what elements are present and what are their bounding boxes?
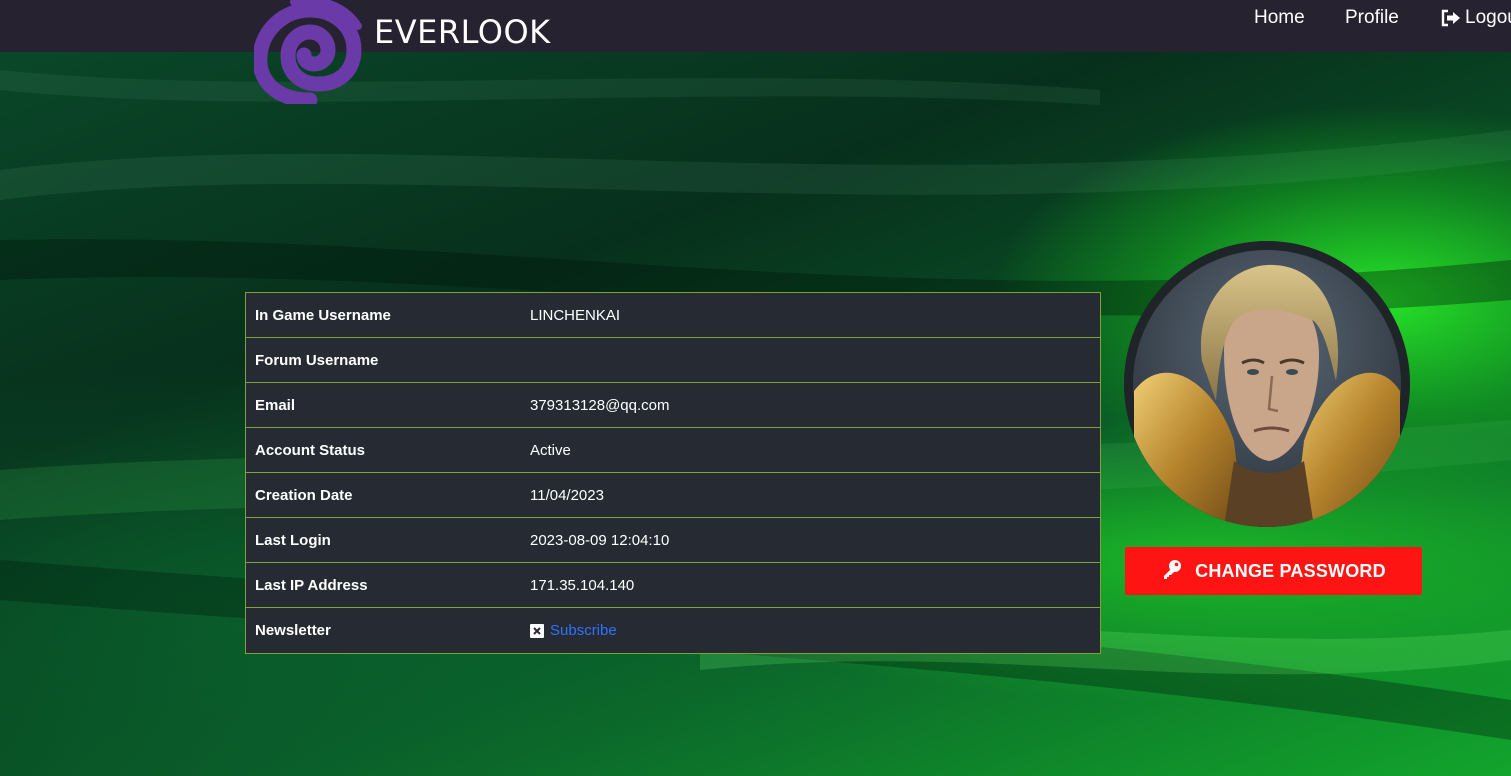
avatar — [1124, 241, 1410, 527]
change-password-button[interactable]: CHANGE PASSWORD — [1125, 547, 1422, 595]
sign-out-icon — [1440, 9, 1461, 27]
subscribe-link[interactable]: Subscribe — [550, 622, 617, 639]
table-row: Newsletter Subscribe — [246, 608, 1100, 653]
row-label: Last Login — [255, 531, 331, 549]
table-row: Forum Username — [246, 338, 1100, 383]
character-portrait — [1124, 241, 1410, 527]
newsletter-value: Subscribe — [530, 622, 617, 639]
table-row: Creation Date 11/04/2023 — [246, 473, 1100, 518]
table-row: Last IP Address 171.35.104.140 — [246, 563, 1100, 608]
last-login-value: 2023-08-09 12:04:10 — [530, 531, 670, 549]
row-label: Last IP Address — [255, 576, 368, 594]
key-icon — [1161, 558, 1183, 585]
nav-profile-link[interactable]: Profile — [1345, 7, 1399, 29]
row-label: Creation Date — [255, 486, 353, 504]
in-game-username-value: LINCHENKAI — [530, 306, 621, 324]
creation-date-value: 11/04/2023 — [530, 486, 604, 504]
table-row: Last Login 2023-08-09 12:04:10 — [246, 518, 1100, 563]
table-row: In Game Username LINCHENKAI — [246, 293, 1100, 338]
x-checkbox-icon[interactable] — [530, 623, 544, 638]
email-value: 379313128@qq.com — [530, 396, 670, 414]
nav-logout-link[interactable]: Logou — [1440, 7, 1511, 29]
table-row: Email 379313128@qq.com — [246, 383, 1100, 428]
brand-title[interactable]: EVERLOOK — [374, 13, 551, 51]
change-password-label: CHANGE PASSWORD — [1195, 560, 1386, 581]
row-label: Account Status — [255, 441, 366, 459]
logout-label: Logou — [1465, 7, 1511, 28]
row-label: Newsletter — [255, 622, 331, 639]
row-label: Forum Username — [255, 351, 379, 369]
row-label: In Game Username — [255, 306, 391, 324]
nav-home-link[interactable]: Home — [1254, 7, 1305, 29]
last-ip-value: 171.35.104.140 — [530, 576, 635, 594]
account-info-table: In Game Username LINCHENKAI Forum Userna… — [245, 292, 1101, 654]
table-row: Account Status Active — [246, 428, 1100, 473]
row-label: Email — [255, 396, 296, 414]
swirl-logo-icon[interactable] — [252, 0, 364, 108]
account-status-value: Active — [530, 441, 571, 459]
